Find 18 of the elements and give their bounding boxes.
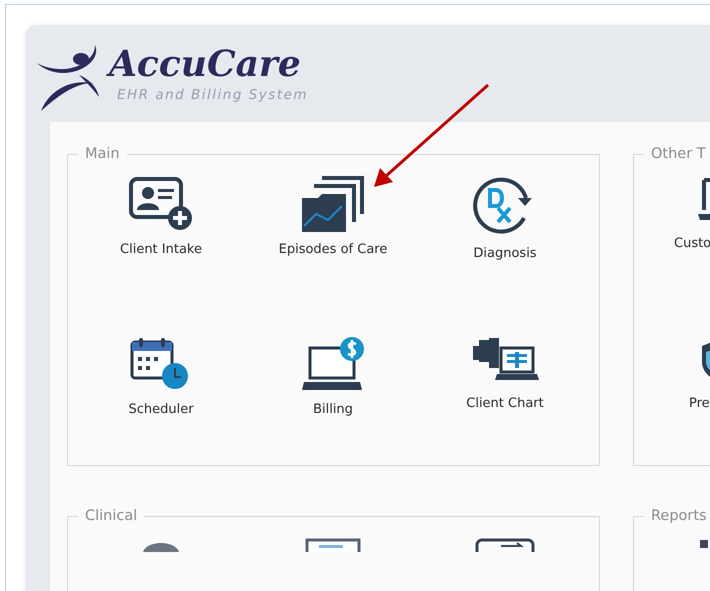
stacked-folders-icon[interactable] [300,176,366,232]
item-label[interactable]: Billing [313,402,353,417]
monitor-icon[interactable] [305,538,361,552]
contact-card-add-icon[interactable] [128,176,194,232]
item-label[interactable]: Custo [674,236,710,251]
tagline: EHR and Billing System [117,87,308,103]
group-title: Other T [650,146,707,162]
item-label[interactable]: Client Chart [466,396,544,411]
group-title: Clinical [84,508,138,524]
laptop-dollar-icon[interactable] [300,336,366,392]
item-label[interactable]: Diagnosis [473,246,537,261]
group-title: Reports [650,508,708,524]
group-title: Main [84,146,121,162]
screen-arrow-icon[interactable] [475,538,535,552]
item-label[interactable]: Episodes of Care [278,242,388,257]
item-label[interactable]: Scheduler [128,402,194,417]
item-label[interactable]: Pre [689,396,710,411]
item-label[interactable]: Client Intake [120,242,202,257]
